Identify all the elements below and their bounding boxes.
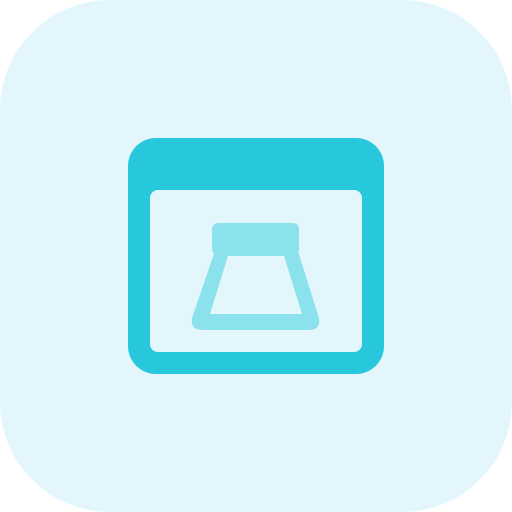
app-icon (0, 0, 512, 512)
browser-window-icon (128, 138, 384, 374)
